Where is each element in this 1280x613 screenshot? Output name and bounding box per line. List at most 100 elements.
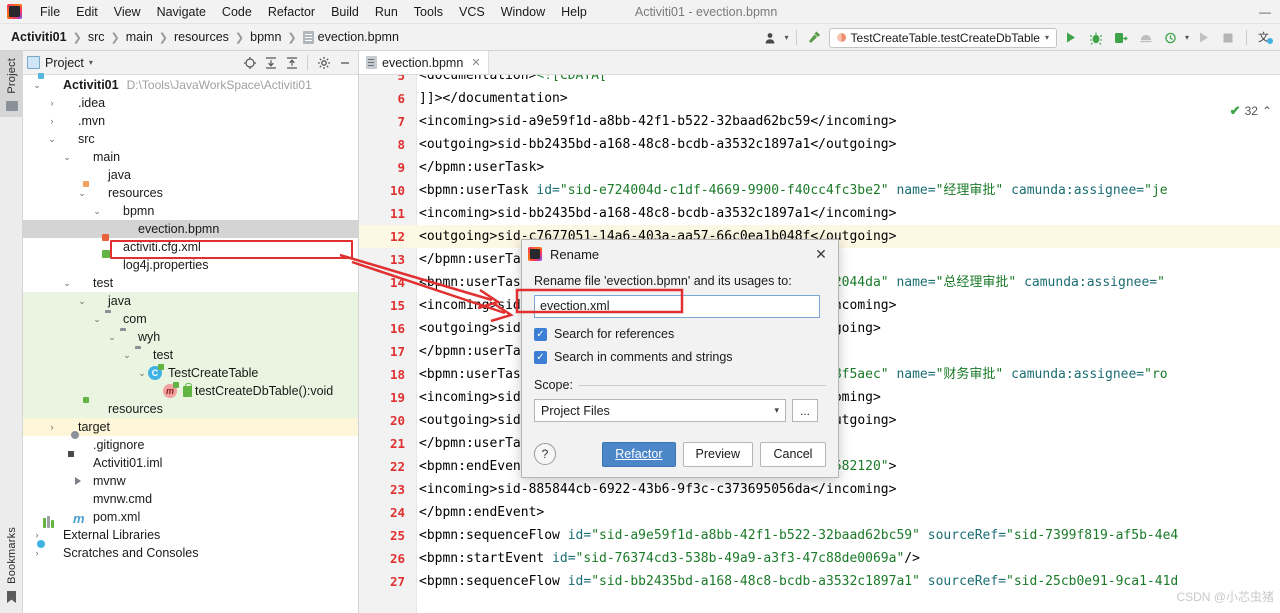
- chevron-down-icon[interactable]: ⌄: [106, 328, 118, 346]
- rename-input[interactable]: evection.xml: [534, 295, 820, 318]
- cancel-button[interactable]: Cancel: [760, 441, 826, 467]
- code-line-24[interactable]: 24 </bpmn:endEvent>: [359, 501, 1280, 524]
- user-caret-icon[interactable]: ▾: [785, 33, 789, 42]
- menu-item-window[interactable]: Window: [493, 1, 553, 23]
- tree-node-java[interactable]: ·java: [23, 166, 358, 184]
- run-button[interactable]: [1060, 27, 1082, 49]
- breadcrumb-item-evection-bpmn[interactable]: evection.bpmn: [300, 29, 402, 45]
- search-comments-row[interactable]: ✓ Search in comments and strings: [534, 350, 826, 364]
- sidebar-tab-bookmarks[interactable]: Bookmarks: [0, 520, 23, 607]
- tree-node-evection-bpmn[interactable]: ·evection.bpmn: [23, 220, 358, 238]
- menu-item-edit[interactable]: Edit: [68, 1, 106, 23]
- tree-node-java[interactable]: ⌄ java: [23, 292, 358, 310]
- tree-node-src[interactable]: ⌄ src: [23, 130, 358, 148]
- expand-all-icon[interactable]: [261, 53, 280, 72]
- chevron-right-icon[interactable]: ›: [46, 94, 58, 112]
- search-references-row[interactable]: ✓ Search for references: [534, 327, 826, 341]
- code-line-6[interactable]: 6 ]]></documentation>: [359, 87, 1280, 110]
- menu-item-code[interactable]: Code: [214, 1, 260, 23]
- chevron-down-icon[interactable]: ⌄: [91, 310, 103, 328]
- chevron-down-icon[interactable]: ⌄: [76, 292, 88, 310]
- code-line-26[interactable]: 26 <bpmn:startEvent id="sid-76374cd3-538…: [359, 547, 1280, 570]
- menu-item-file[interactable]: File: [32, 1, 68, 23]
- chevron-down-icon[interactable]: ⌄: [121, 346, 133, 364]
- menu-item-view[interactable]: View: [106, 1, 149, 23]
- code-line-9[interactable]: 9 </bpmn:userTask>: [359, 156, 1280, 179]
- menu-item-refactor[interactable]: Refactor: [260, 1, 323, 23]
- tree-node-resources[interactable]: ⌄ resources: [23, 184, 358, 202]
- tree-node-pom-xml[interactable]: ·m pom.xml: [23, 508, 358, 526]
- search-comments-checkbox[interactable]: ✓: [534, 350, 547, 364]
- run-with-profiler-icon[interactable]: [1160, 27, 1182, 49]
- code-line-8[interactable]: 8 <outgoing>sid-bb2435bd-a168-48c8-bcdb-…: [359, 133, 1280, 156]
- tree-node-mvnw[interactable]: · mvnw: [23, 472, 358, 490]
- inspection-widget[interactable]: ✔ 32 ⌃: [1230, 103, 1272, 119]
- code-line-5[interactable]: 5 <documentation><![CDATA[: [359, 75, 1280, 87]
- gear-icon[interactable]: [314, 53, 333, 72]
- run-configuration-selector[interactable]: TestCreateTable.testCreateDbTable ▾: [828, 27, 1057, 48]
- debug-icon[interactable]: [1085, 27, 1107, 49]
- tree-node-scratches-and-consoles[interactable]: › Scratches and Consoles: [23, 544, 358, 562]
- scope-dropdown[interactable]: Project Files ▾: [534, 399, 786, 422]
- tree-node-testcreatetable[interactable]: ⌄ C TestCreateTable: [23, 364, 358, 382]
- code-line-25[interactable]: 25 <bpmn:sequenceFlow id="sid-a9e59f1d-a…: [359, 524, 1280, 547]
- breadcrumb-item-src[interactable]: src: [85, 29, 108, 45]
- chevron-right-icon[interactable]: ›: [46, 112, 58, 130]
- tree-node-main[interactable]: ⌄ main: [23, 148, 358, 166]
- chevron-up-icon[interactable]: ⌃: [1262, 104, 1272, 118]
- tree-node-mvnw-cmd[interactable]: · mvnw.cmd: [23, 490, 358, 508]
- code-line-7[interactable]: 7 <incoming>sid-a9e59f1d-a8bb-42f1-b522-…: [359, 110, 1280, 133]
- tree-node-activiti01-iml[interactable]: ·Activiti01.iml: [23, 454, 358, 472]
- refactor-button[interactable]: Refactor: [602, 441, 676, 467]
- translate-icon[interactable]: 文: [1254, 27, 1276, 49]
- hammer-icon[interactable]: [804, 27, 826, 49]
- tree-node-testcreatedbtable-void[interactable]: ·m testCreateDbTable():void: [23, 382, 358, 400]
- minimize-button[interactable]: —: [1250, 0, 1280, 24]
- menu-item-build[interactable]: Build: [323, 1, 367, 23]
- menu-item-run[interactable]: Run: [367, 1, 406, 23]
- scope-browse-button[interactable]: ...: [792, 399, 818, 422]
- locate-icon[interactable]: [240, 53, 259, 72]
- tree-node-activiti-cfg-xml[interactable]: ·activiti.cfg.xml: [23, 238, 358, 256]
- tree-node-activiti01[interactable]: ⌄ Activiti01 D:\Tools\JavaWorkSpace\Activi…: [23, 76, 358, 94]
- tree-node-bpmn[interactable]: ⌄ bpmn: [23, 202, 358, 220]
- chevron-down-icon[interactable]: ⌄: [61, 148, 73, 166]
- tree-node-resources[interactable]: ·resources: [23, 400, 358, 418]
- tree-node-wyh[interactable]: ⌄ wyh: [23, 328, 358, 346]
- run-with-coverage-icon[interactable]: [1110, 27, 1132, 49]
- help-button[interactable]: ?: [534, 443, 556, 465]
- chevron-down-icon[interactable]: ⌄: [136, 364, 148, 382]
- breadcrumb-item-resources[interactable]: resources: [171, 29, 232, 45]
- tree-node-test[interactable]: ⌄ test: [23, 346, 358, 364]
- editor-tab-evection-bpmn[interactable]: evection.bpmn ✕: [359, 51, 489, 74]
- menu-item-tools[interactable]: Tools: [406, 1, 451, 23]
- breadcrumb-item-bpmn[interactable]: bpmn: [247, 29, 284, 45]
- chevron-down-icon[interactable]: ⌄: [61, 274, 73, 292]
- menu-item-help[interactable]: Help: [553, 1, 595, 23]
- preview-button[interactable]: Preview: [682, 441, 753, 467]
- code-line-23[interactable]: 23 <incoming>sid-885844cb-6922-43b6-9f3c…: [359, 478, 1280, 501]
- search-references-checkbox[interactable]: ✓: [534, 327, 547, 341]
- close-icon[interactable]: ✕: [471, 56, 480, 69]
- profiler-icon[interactable]: [1135, 27, 1157, 49]
- tree-node-external-libraries[interactable]: › External Libraries: [23, 516, 358, 544]
- project-view-caret-icon[interactable]: ▾: [89, 58, 93, 67]
- tree-node-com[interactable]: ⌄ com: [23, 310, 358, 328]
- breadcrumb-item-activiti01[interactable]: Activiti01: [8, 29, 70, 45]
- profiler-caret-icon[interactable]: ▾: [1185, 33, 1189, 42]
- menu-item-vcs[interactable]: VCS: [451, 1, 493, 23]
- tree-node--idea[interactable]: › .idea: [23, 94, 358, 112]
- hide-panel-icon[interactable]: [335, 53, 354, 72]
- chevron-down-icon[interactable]: ⌄: [46, 130, 58, 148]
- sidebar-tab-project[interactable]: Project: [0, 51, 23, 117]
- tree-node--mvn[interactable]: › .mvn: [23, 112, 358, 130]
- tree-node-log4j-properties[interactable]: · log4j.properties: [23, 256, 358, 274]
- collapse-all-icon[interactable]: [282, 53, 301, 72]
- chevron-down-icon[interactable]: ⌄: [91, 202, 103, 220]
- code-line-10[interactable]: 10 <bpmn:userTask id="sid-e724004d-c1df-…: [359, 179, 1280, 202]
- code-line-11[interactable]: 11 <incoming>sid-bb2435bd-a168-48c8-bcdb…: [359, 202, 1280, 225]
- menu-item-navigate[interactable]: Navigate: [149, 1, 214, 23]
- code-line-27[interactable]: 27 <bpmn:sequenceFlow id="sid-bb2435bd-a…: [359, 570, 1280, 593]
- tree-node-test[interactable]: ⌄ test: [23, 274, 358, 292]
- chevron-right-icon[interactable]: ›: [46, 418, 58, 436]
